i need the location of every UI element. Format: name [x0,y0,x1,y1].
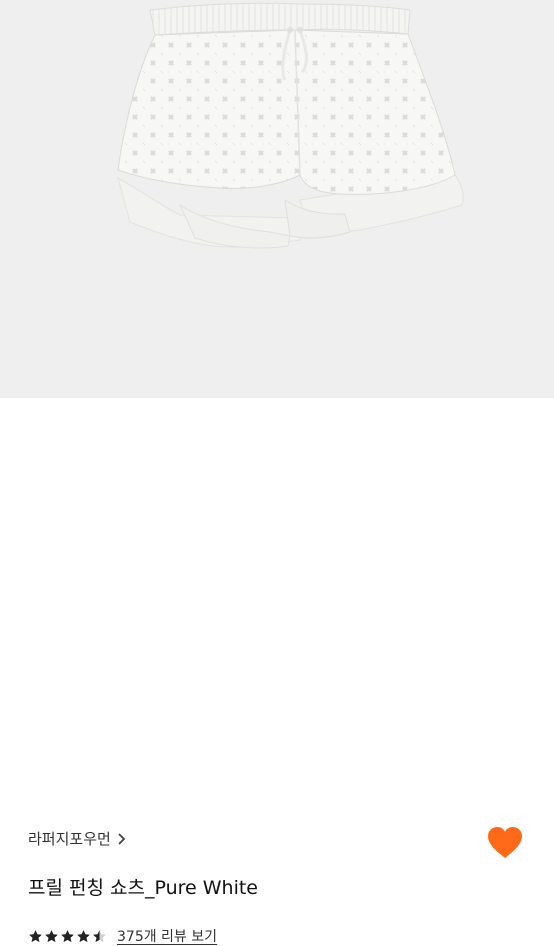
heart-icon[interactable] [486,825,524,861]
star-icon [29,929,42,942]
brand-label: 라퍼지포우먼 [28,830,111,848]
star-icon [61,929,74,942]
chevron-right-icon [118,832,126,845]
shorts-illustration [117,2,464,249]
rating-stars [28,929,107,944]
review-link[interactable]: 375개 리뷰 보기 [117,926,217,946]
star-half-icon [93,929,106,942]
brand-link[interactable]: 라퍼지포우먼 [28,828,127,849]
product-info: 라퍼지포우먼 프릴 펀칭 쇼츠_Pure White 375개 리뷰 보기 [0,398,554,945]
star-icon [45,929,58,942]
product-title: 프릴 펀칭 쇼츠_Pure White [28,877,258,899]
product-image[interactable] [0,0,554,398]
rating-row: 375개 리뷰 보기 [28,926,217,946]
star-icon [77,929,90,942]
